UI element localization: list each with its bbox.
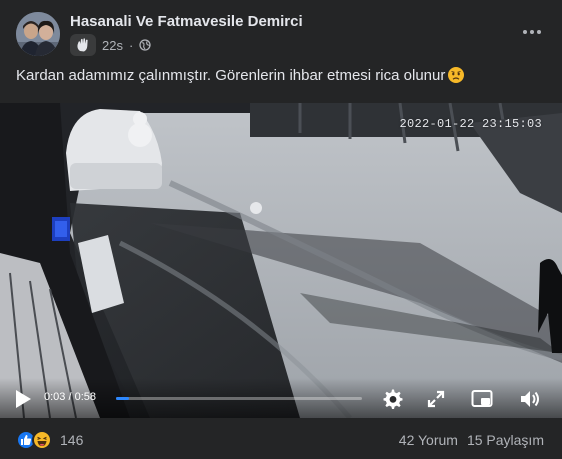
video-player[interactable]: 2022-01-22 23:15:03 0:03 / 0:58	[0, 103, 562, 418]
post-footer: 146 42 Yorum 15 Paylaşım	[0, 418, 562, 459]
volume-icon[interactable]	[518, 387, 542, 411]
haha-icon	[32, 430, 52, 450]
post-time[interactable]: 22s	[102, 38, 123, 53]
post-message: Kardan adamımız çalınmıştır. Görenlerin …	[16, 66, 446, 84]
progress-bar[interactable]	[116, 397, 362, 400]
dot-icon	[530, 30, 534, 34]
author-name[interactable]: Hasanali Ve Fatmavesile Demirci	[70, 13, 303, 30]
security-camera-footage	[0, 103, 562, 418]
author-avatar[interactable]	[16, 12, 60, 56]
video-controls: 0:03 / 0:58	[0, 378, 562, 418]
globe-icon	[139, 39, 151, 51]
post-meta: 22s ·	[70, 34, 151, 56]
reaction-count: 146	[60, 432, 84, 448]
progress-fill	[116, 397, 129, 400]
wave-hand-icon[interactable]	[70, 34, 96, 56]
post-text: Kardan adamımız çalınmıştır. Görenlerin …	[16, 66, 465, 84]
post-header: Hasanali Ve Fatmavesile Demirci 22s ·	[0, 0, 562, 62]
sad-face-emoji-icon	[447, 66, 465, 84]
dot-icon	[537, 30, 541, 34]
reactions-summary[interactable]: 146	[16, 430, 83, 450]
settings-gear-icon[interactable]	[380, 387, 404, 411]
picture-in-picture-icon[interactable]	[470, 387, 494, 411]
shares-link[interactable]: 15 Paylaşım	[467, 432, 544, 448]
video-time: 0:03 / 0:58	[44, 391, 96, 403]
engagement-counts: 42 Yorum 15 Paylaşım	[399, 432, 544, 448]
play-icon[interactable]	[14, 389, 32, 409]
comments-link[interactable]: 42 Yorum	[399, 432, 458, 448]
camera-timestamp: 2022-01-22 23:15:03	[399, 117, 542, 131]
more-options-button[interactable]	[518, 20, 546, 44]
fullscreen-expand-icon[interactable]	[424, 387, 448, 411]
dot-icon	[523, 30, 527, 34]
